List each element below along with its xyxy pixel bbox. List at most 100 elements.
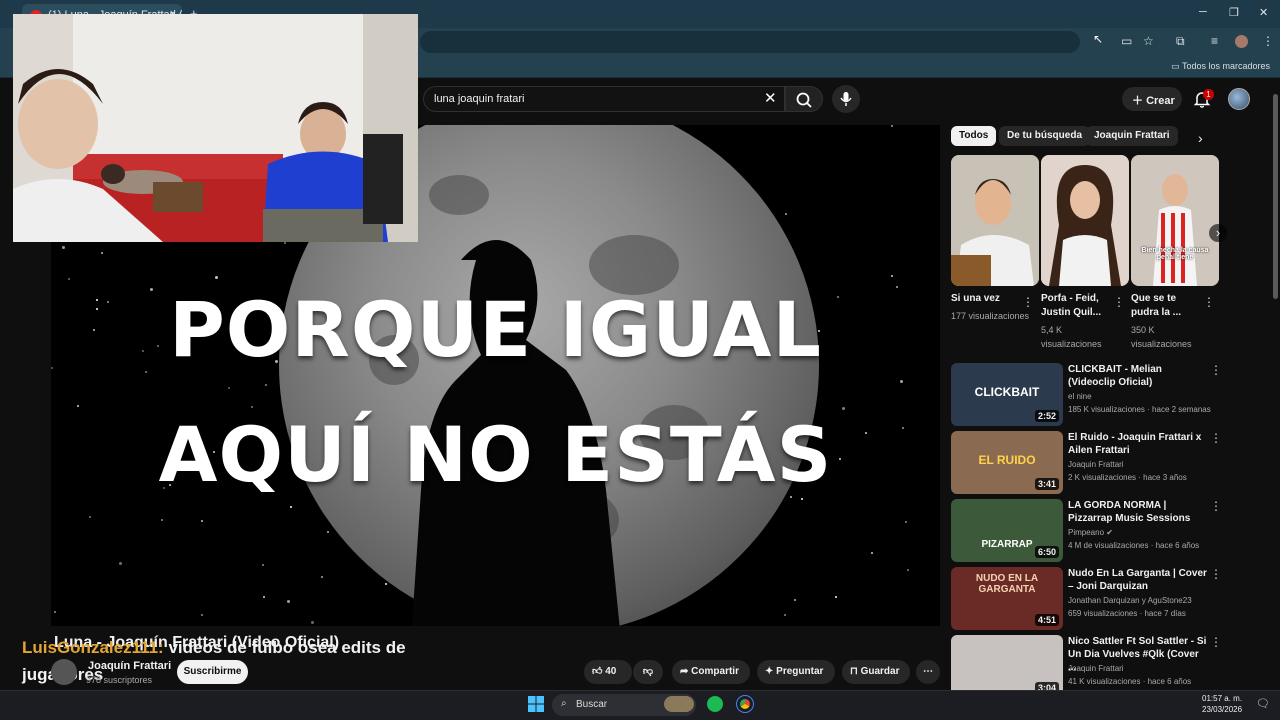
related-video-item[interactable]: CLICKBAIT 2:52 CLICKBAIT - Melian (Video… bbox=[951, 363, 1271, 427]
star-dot bbox=[215, 276, 218, 279]
star-dot bbox=[907, 569, 909, 571]
star-dot bbox=[62, 246, 65, 249]
related-video-item[interactable]: NUDO EN LA GARGANTA 4:51 Nudo En La Garg… bbox=[951, 567, 1271, 631]
more-menu-icon[interactable]: ⋮ bbox=[1262, 34, 1274, 48]
star-dot bbox=[900, 380, 903, 383]
star-dot bbox=[891, 125, 893, 127]
restore-icon[interactable]: ❐ bbox=[1229, 6, 1239, 19]
star-dot bbox=[311, 621, 314, 624]
news-widget-icon[interactable] bbox=[664, 696, 694, 712]
star-dot bbox=[201, 614, 203, 616]
related-video-item[interactable]: PIZARRAP 6:50 LA GORDA NORMA | Pizzarrap… bbox=[951, 499, 1271, 563]
bookmark-star-icon[interactable]: ☆ bbox=[1143, 34, 1154, 48]
all-bookmarks-link[interactable]: ▭ Todos los marcadores bbox=[1171, 61, 1270, 72]
related-menu-icon[interactable]: ⋮ bbox=[1210, 499, 1222, 513]
chip-de-tu-busqueda[interactable]: De tu búsqueda bbox=[999, 126, 1091, 146]
short-views: 350 K visualizaciones bbox=[1131, 325, 1192, 349]
related-meta: 4 M de visualizaciones · hace 6 años bbox=[1068, 541, 1200, 550]
star-dot bbox=[54, 611, 56, 613]
related-title[interactable]: Nudo En La Garganta | Cover – Joni Darqu… bbox=[1068, 567, 1208, 593]
related-thumbnail[interactable]: NUDO EN LA GARGANTA 4:51 bbox=[951, 567, 1063, 630]
related-menu-icon[interactable]: ⋮ bbox=[1210, 635, 1222, 649]
related-channel[interactable]: Joaquin Frattari bbox=[1068, 460, 1124, 469]
system-clock[interactable]: 01:57 a. m. 23/03/2026 bbox=[1202, 693, 1242, 715]
chrome-icon[interactable] bbox=[736, 695, 754, 713]
thumbs-down-icon: 👎︎ bbox=[642, 666, 654, 677]
create-button[interactable]: ＋ Crear bbox=[1122, 87, 1182, 111]
chip-todos[interactable]: Todos bbox=[951, 126, 997, 146]
related-channel[interactable]: Joaquin Frattari bbox=[1068, 664, 1124, 673]
verified-icon: ✔ bbox=[1106, 528, 1113, 537]
share-button[interactable]: ➦ Compartir bbox=[672, 660, 750, 684]
short-thumbnail[interactable] bbox=[1041, 155, 1129, 286]
related-video-item[interactable]: 3:04 Nico Sattler Ft Sol Sattler - Si Un… bbox=[951, 635, 1271, 690]
profile-avatar-icon[interactable] bbox=[1235, 35, 1248, 48]
short-title[interactable]: Si una vez bbox=[951, 292, 1023, 306]
related-video-item[interactable]: EL RUIDO 3:41 El Ruido - Joaquin Frattar… bbox=[951, 431, 1271, 495]
related-thumbnail[interactable]: PIZARRAP 6:50 bbox=[951, 499, 1063, 562]
related-menu-icon[interactable]: ⋮ bbox=[1210, 431, 1222, 445]
star-dot bbox=[321, 576, 323, 578]
related-channel[interactable]: Pimpeano ✔ bbox=[1068, 528, 1113, 537]
short-title[interactable]: Porfa - Feid, Justin Quil... bbox=[1041, 292, 1113, 320]
channel-avatar[interactable] bbox=[51, 659, 77, 685]
related-thumbnail[interactable]: 3:04 bbox=[951, 635, 1063, 690]
close-window-icon[interactable]: ✕ bbox=[1259, 6, 1268, 19]
share-icon: ➦ bbox=[680, 666, 692, 677]
scrollbar-thumb[interactable] bbox=[1273, 94, 1278, 299]
related-channel[interactable]: el nine bbox=[1068, 392, 1092, 401]
shorts-next-icon[interactable]: › bbox=[1209, 224, 1227, 242]
account-avatar[interactable] bbox=[1228, 88, 1250, 110]
subscribe-button[interactable]: Suscribirme bbox=[177, 660, 248, 684]
related-thumbnail[interactable]: EL RUIDO 3:41 bbox=[951, 431, 1063, 494]
clear-search-icon[interactable]: ✕ bbox=[764, 89, 777, 107]
related-menu-icon[interactable]: ⋮ bbox=[1210, 363, 1222, 377]
related-channel[interactable]: Jonathan Darquizan y AguStone23 bbox=[1068, 596, 1192, 605]
related-title[interactable]: El Ruido - Joaquin Frattari x Ailen Frat… bbox=[1068, 431, 1208, 457]
duration-badge: 4:51 bbox=[1034, 614, 1059, 626]
voice-search-button[interactable] bbox=[832, 85, 860, 113]
ask-button[interactable]: ✦ Preguntar bbox=[757, 660, 835, 684]
related-thumbnail[interactable]: CLICKBAIT 2:52 bbox=[951, 363, 1063, 426]
star-dot bbox=[784, 614, 786, 616]
short-thumbnail[interactable] bbox=[951, 155, 1039, 286]
short-title[interactable]: Que se te pudra la ... bbox=[1131, 292, 1203, 320]
search-input[interactable]: luna joaquin fratari bbox=[423, 86, 785, 112]
short-views: 5,4 K visualizaciones bbox=[1041, 325, 1102, 349]
spotify-icon[interactable] bbox=[707, 696, 723, 712]
related-meta: 185 K visualizaciones · hace 2 semanas bbox=[1068, 405, 1211, 414]
address-bar[interactable] bbox=[420, 31, 1080, 53]
thumbnail-text: EL RUIDO bbox=[978, 453, 1036, 467]
media-control-icon[interactable]: ≡ bbox=[1211, 34, 1218, 48]
star-dot bbox=[284, 242, 286, 244]
cast-icon[interactable]: ▭ bbox=[1121, 34, 1132, 48]
channel-name[interactable]: Joaquín Frattari bbox=[88, 660, 171, 672]
save-button[interactable]: ⊓ Guardar bbox=[842, 660, 910, 684]
star-dot bbox=[68, 278, 70, 280]
related-title[interactable]: CLICKBAIT - Melian (Videoclip Oficial) bbox=[1068, 363, 1208, 389]
like-button[interactable]: 👍︎ 40 bbox=[584, 660, 632, 684]
short-thumbnail[interactable]: Bien hecha la causa penal tiene bbox=[1131, 155, 1219, 286]
search-button[interactable] bbox=[785, 86, 823, 112]
short-views: 177 visualizaciones bbox=[951, 311, 1030, 321]
related-menu-icon[interactable]: ⋮ bbox=[1210, 567, 1222, 581]
lyric-line-1: PORQUE IGUAL bbox=[169, 285, 822, 374]
dislike-button[interactable]: 👎︎ bbox=[633, 660, 663, 684]
related-meta: 2 K visualizaciones · hace 3 años bbox=[1068, 473, 1187, 482]
related-meta: 41 K visualizaciones · hace 6 años bbox=[1068, 677, 1192, 686]
more-actions-button[interactable]: ⋯ bbox=[916, 660, 940, 684]
microphone-icon bbox=[840, 92, 852, 106]
short-menu-icon[interactable]: ⋮ bbox=[1203, 295, 1215, 309]
windows-start-icon[interactable] bbox=[528, 696, 544, 712]
chip-joaquin-frattari[interactable]: Joaquin Frattari bbox=[1086, 126, 1178, 146]
minimize-icon[interactable]: ─ bbox=[1199, 6, 1207, 18]
star-dot bbox=[77, 405, 79, 407]
duration-badge: 2:52 bbox=[1034, 410, 1059, 422]
chips-next-icon[interactable]: › bbox=[1198, 130, 1203, 146]
extensions-icon[interactable]: ⧉ bbox=[1176, 34, 1185, 49]
short-menu-icon[interactable]: ⋮ bbox=[1113, 295, 1125, 309]
related-title[interactable]: LA GORDA NORMA | Pizzarrap Music Session… bbox=[1068, 499, 1208, 525]
notification-center-icon[interactable]: 🗨︎ bbox=[1256, 697, 1270, 710]
lyric-line-2: AQUÍ NO ESTÁS bbox=[158, 410, 833, 499]
short-menu-icon[interactable]: ⋮ bbox=[1022, 295, 1034, 309]
